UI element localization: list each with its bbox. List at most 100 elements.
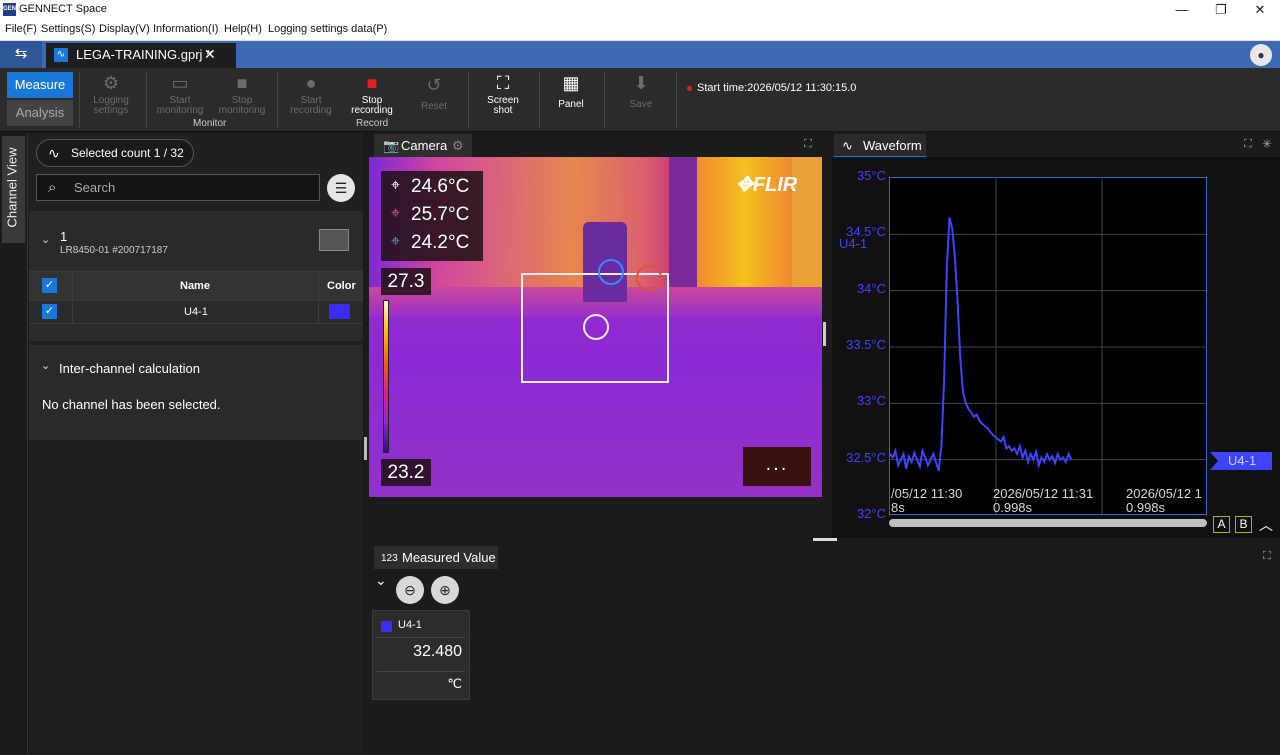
min-temp: 24.2°C (411, 232, 470, 253)
channel-checkbox[interactable]: ✓ (42, 304, 57, 319)
channel-view-label: Channel View (4, 147, 20, 228)
camera-tab[interactable]: 📷 Camera ⚙ (374, 134, 472, 157)
chevron-down-icon[interactable]: ⌄ (375, 572, 387, 589)
temperature-readout: ⌖ 24.6°C ⌖ 25.7°C ⌖ 24.2°C (381, 171, 483, 261)
menu-help[interactable]: Help(H) (224, 23, 262, 35)
start-monitoring-button[interactable]: ▭ Start monitoring (151, 74, 209, 116)
series-line-U4-1 (890, 217, 1073, 472)
zoom-in-icon[interactable]: ⊕ (431, 576, 459, 604)
chevron-down-icon[interactable]: ⌄ (41, 233, 50, 246)
mode-measure-button[interactable]: Measure (7, 72, 73, 98)
device-name: LR8450-01 #200717187 (60, 245, 168, 256)
zoom-out-icon[interactable]: ⊖ (396, 576, 424, 604)
waveform-icon: ∿ (48, 145, 60, 161)
monitor-group-label: Monitor (193, 118, 227, 129)
menu-settings[interactable]: Settings(S) (41, 23, 95, 35)
table-row[interactable]: ✓ U4-1 (29, 300, 363, 324)
tab-bar: ⇆ ∿ LEGA-TRAINING.gprj * ✕ ● (0, 41, 1280, 68)
cursor-b-button[interactable]: B (1235, 516, 1252, 533)
reset-button[interactable]: ↺ Reset (410, 76, 458, 112)
time-scrollbar[interactable] (889, 519, 1207, 527)
project-tab[interactable]: ∿ LEGA-TRAINING.gprj * ✕ (46, 43, 236, 68)
mode-analysis-button[interactable]: Analysis (7, 100, 73, 126)
value-card: U4-1 32.480 ℃ (372, 610, 470, 700)
measured-value-header (369, 545, 1280, 569)
settings-sun-icon[interactable]: ✳ (1262, 137, 1272, 151)
menu-file[interactable]: File(F) (5, 23, 37, 35)
inter-channel-block: ⌄ Inter-channel calculation No channel h… (29, 345, 363, 440)
screenshot-button[interactable]: ⛶ Screen shot (478, 74, 528, 116)
camera-title: Camera (401, 138, 448, 153)
y-tick-label: 33°C (856, 393, 886, 409)
stop-recording-button[interactable]: ■ Stop recording (343, 74, 401, 116)
menu-information[interactable]: Information(I) (153, 23, 218, 35)
panel-grid-icon: ▦ (562, 73, 580, 93)
cursor-label: U4-1 (1228, 453, 1257, 468)
color-column-header: Color (327, 280, 356, 292)
stop-recording-icon: ■ (366, 73, 378, 93)
cursor-a-button[interactable]: A (1213, 516, 1230, 533)
panel-button[interactable]: ▦ Panel (548, 74, 594, 110)
scale-max: 27.3 (381, 268, 431, 295)
min-crosshair-icon: ⌖ (391, 233, 401, 250)
record-group-label: Record (356, 118, 389, 129)
min-marker-icon (598, 259, 624, 285)
max-temp: 25.7°C (411, 204, 470, 225)
vertical-splitter[interactable] (823, 322, 826, 346)
stop-monitoring-label: Stop monitoring (218, 95, 266, 116)
maximize-button[interactable]: ❐ (1206, 1, 1236, 19)
y-tick-label: 32°C (856, 506, 886, 521)
waveform-tab[interactable]: ∿ Waveform (834, 134, 926, 158)
waveform-plot[interactable] (889, 177, 1207, 515)
chevron-down-icon[interactable]: ⌄ (41, 359, 50, 372)
start-recording-label: Start recording (290, 95, 332, 116)
measured-value-tab[interactable]: 123 Measured Value (374, 546, 498, 569)
menu-display[interactable]: Display(V) (99, 23, 150, 35)
menu-logging-settings-data[interactable]: Logging settings data(P) (268, 23, 387, 35)
download-icon: ⬇ (633, 73, 649, 93)
reset-icon: ↺ (426, 75, 442, 95)
app-title: GENNECT Space (19, 3, 107, 15)
channel-table-header: ✓ Name Color (29, 271, 363, 301)
recording-indicator-icon (687, 86, 692, 91)
close-window-button[interactable]: ✕ (1245, 1, 1275, 19)
y-tick-label: 33.5°C (846, 337, 886, 352)
flir-logo: ✥FLIR (736, 174, 798, 196)
inter-channel-title: Inter-channel calculation (59, 361, 200, 376)
selected-count-button[interactable]: ∿ Selected count 1 / 32 (36, 139, 194, 167)
filter-list-icon[interactable]: ☰ (327, 174, 355, 202)
screenshot-label: Screen shot (487, 95, 519, 116)
menu-bar: File(F) Settings(S) Display(V) Informati… (0, 20, 1280, 41)
select-all-checkbox[interactable]: ✓ (42, 278, 57, 293)
minimize-button[interactable]: — (1167, 1, 1197, 19)
splitter-handle[interactable] (364, 437, 367, 460)
search-input[interactable]: ⌕ Search (36, 174, 320, 201)
expand-icon[interactable]: ⛶ (804, 138, 812, 151)
close-tab-icon[interactable]: ✕ (204, 46, 216, 63)
camera-footer (369, 497, 824, 538)
logging-settings-button[interactable]: ⚙ Logging settings (86, 74, 136, 116)
chevron-up-icon[interactable]: ︿ (1259, 515, 1273, 535)
waveform-icon: ∿ (842, 138, 853, 153)
search-icon: ⌕ (48, 179, 57, 196)
gear-icon[interactable]: ⚙ (452, 134, 464, 157)
color-scale-bar (383, 300, 389, 453)
numeric-icon: 123 (381, 553, 398, 564)
expand-icon[interactable]: ⛶ (1263, 550, 1271, 563)
y-tick-label: 34°C (856, 280, 886, 296)
title-bar: GEN GENNECT Space — ❐ ✕ (0, 0, 1280, 20)
channel-color-swatch[interactable] (329, 304, 350, 319)
stop-monitoring-button[interactable]: ■ Stop monitoring (213, 74, 271, 116)
more-options-button[interactable]: ... (743, 447, 811, 486)
selected-count-label: Selected count 1 / 32 (71, 146, 184, 160)
home-link-icon[interactable]: ⇆ (0, 41, 42, 68)
user-account-icon[interactable]: ● (1250, 44, 1272, 66)
x-tick-label-0: /05/12 11:30 8s (891, 487, 963, 515)
start-recording-button[interactable]: ● Start recording (284, 74, 338, 116)
record-circle-icon: ● (305, 73, 317, 93)
monitor-icon: ▭ (171, 73, 189, 93)
expand-icon[interactable]: ⛶ (1244, 138, 1252, 151)
horizontal-splitter[interactable] (813, 538, 837, 541)
save-button[interactable]: ⬇ Save (618, 74, 664, 110)
toolbar: Measure Analysis ⚙ Logging settings ▭ St… (0, 68, 1280, 132)
